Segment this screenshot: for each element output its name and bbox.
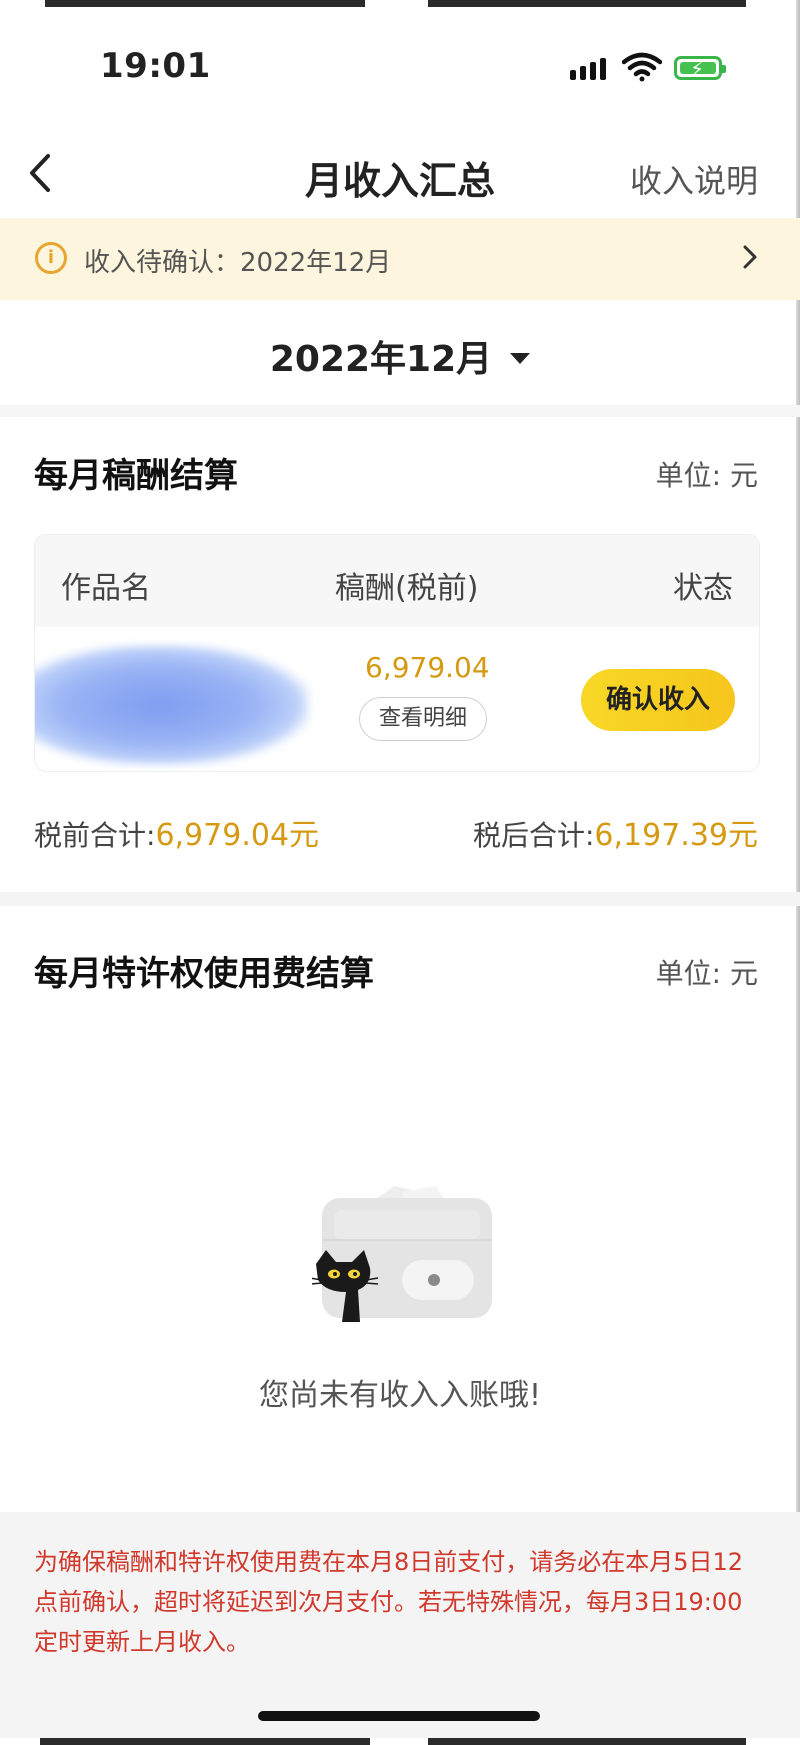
column-header-amount: 稿酬(税前) xyxy=(335,571,479,606)
section-divider xyxy=(0,892,800,906)
section-divider xyxy=(0,405,800,417)
manuscript-section-title: 每月稿酬结算 xyxy=(34,456,238,496)
column-header-status: 状态 xyxy=(673,571,733,606)
wifi-icon xyxy=(621,52,663,86)
month-selector-value: 2022年12月 xyxy=(269,339,493,380)
info-icon: i xyxy=(35,242,67,274)
payment-notice-text: 为确保稿酬和特许权使用费在本月8日前支付，请务必在本月5日12点前确认，超时将延… xyxy=(34,1548,744,1656)
post-tax-value: 6,197.39元 xyxy=(594,818,758,853)
cellular-signal-icon xyxy=(570,58,606,80)
wallet-cat-illustration xyxy=(309,1180,502,1330)
column-header-work-name: 作品名 xyxy=(61,571,151,606)
status-time: 19:01 xyxy=(100,46,211,86)
manuscript-unit-label: 单位: 元 xyxy=(655,459,758,492)
view-details-button[interactable]: 查看明细 xyxy=(359,697,487,741)
manuscript-table: 作品名 稿酬(税前) 状态 6,979.04 查看明细 确认收入 xyxy=(34,534,760,772)
banner-text: 收入待确认：2022年12月 xyxy=(84,248,392,278)
home-indicator[interactable] xyxy=(258,1711,540,1721)
chevron-right-icon xyxy=(740,240,760,282)
confirm-income-button[interactable]: 确认收入 xyxy=(581,669,735,731)
screen-bottom-edge xyxy=(0,1738,800,1745)
redacted-work-name xyxy=(35,645,309,765)
pre-tax-label: 税前合计: xyxy=(34,819,156,852)
month-selector[interactable]: 2022年12月 xyxy=(0,330,800,382)
pending-confirmation-banner[interactable]: i 收入待确认：2022年12月 xyxy=(0,218,800,300)
battery-charging-icon: ⚡ xyxy=(674,56,726,81)
royalty-unit-label: 单位: 元 xyxy=(655,957,758,990)
post-tax-label: 税后合计: xyxy=(472,819,595,852)
table-header: 作品名 稿酬(税前) 状态 xyxy=(35,535,759,627)
pre-tax-value: 6,979.04元 xyxy=(155,818,320,853)
row-amount: 6,979.04 xyxy=(365,651,490,684)
royalty-section-title: 每月特许权使用费结算 xyxy=(34,954,374,994)
caret-down-icon xyxy=(510,352,531,364)
income-explanation-link[interactable]: 收入说明 xyxy=(630,156,758,202)
empty-state-text: 您尚未有收入入账哦! xyxy=(258,1378,542,1413)
screen-top-edge xyxy=(0,0,800,8)
post-tax-total: 税后合计:6,197.39元 xyxy=(473,810,758,854)
pre-tax-total: 税前合计:6,979.04元 xyxy=(34,810,319,854)
